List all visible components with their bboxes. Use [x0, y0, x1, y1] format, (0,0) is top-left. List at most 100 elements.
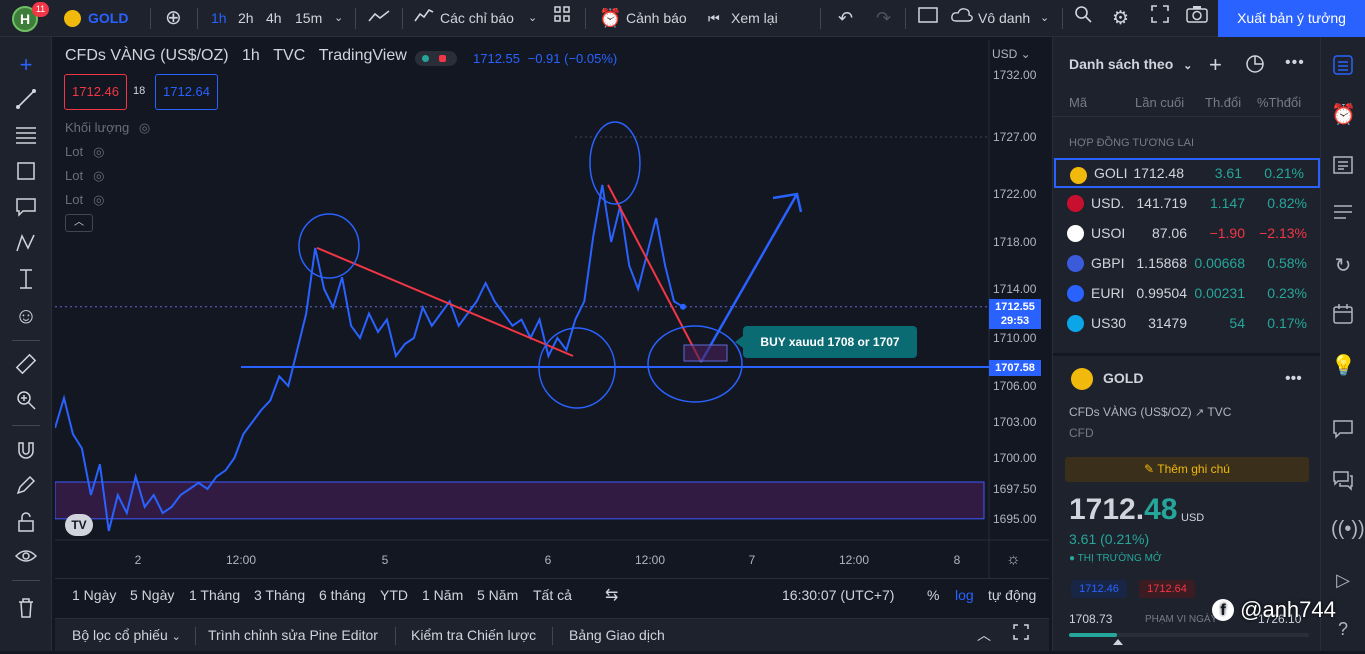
chat-icon[interactable]	[1331, 418, 1355, 442]
symbol-search-button[interactable]: GOLD	[88, 0, 128, 37]
chevron-up-icon[interactable]: ︿	[977, 619, 991, 652]
compare-add-icon[interactable]: ⊕	[165, 0, 182, 37]
range-ytd[interactable]: YTD	[380, 579, 408, 612]
interval-2h[interactable]: 2h	[238, 0, 254, 37]
add-note-button[interactable]: ✎ Thêm ghi chú	[1065, 457, 1309, 482]
trash-icon[interactable]	[14, 597, 38, 621]
fullscreen-layout-icon[interactable]	[918, 0, 938, 37]
eye-slash-icon[interactable]: ◎	[93, 168, 104, 183]
col-change[interactable]: Th.đổi	[1205, 95, 1241, 110]
range-6m[interactable]: 6 tháng	[319, 579, 366, 612]
watchlist-row[interactable]: GOLI 1712.48 3.61 0.21%	[1054, 158, 1320, 188]
eye-slash-icon[interactable]: ◎	[139, 120, 150, 135]
magnet-icon[interactable]	[14, 439, 38, 463]
cloud-icon[interactable]	[950, 0, 974, 37]
tab-strategy-tester[interactable]: Kiểm tra Chiến lược	[411, 619, 536, 652]
play-icon[interactable]: ▷	[1331, 568, 1355, 592]
lot-legend-3[interactable]: Lot ◎	[65, 192, 104, 208]
watchlist-row[interactable]: EURI 0.99504 0.00231 0.23%	[1053, 278, 1321, 308]
sell-button[interactable]: 1712.46	[64, 74, 127, 110]
price-chart[interactable]: 1732.00 1727.00 1722.00 1718.00 1714.00 1710.…	[55, 40, 1049, 578]
watchlist-row[interactable]: US30 31479 54 0.17%	[1053, 308, 1321, 338]
range-3m[interactable]: 3 Tháng	[254, 579, 305, 612]
crosshair-icon[interactable]: +	[14, 53, 38, 77]
interval-1h[interactable]: 1h	[211, 0, 227, 37]
more-icon[interactable]: •••	[1285, 54, 1305, 72]
log-scale-toggle[interactable]: log	[955, 579, 974, 612]
annotation-callout[interactable]: BUY xauud 1708 or 1707	[743, 326, 917, 358]
tab-pine-editor[interactable]: Trình chỉnh sửa Pine Editor	[208, 619, 378, 652]
auto-scale-toggle[interactable]: tự động	[988, 579, 1036, 612]
trend-line-icon[interactable]	[14, 88, 38, 112]
chats-icon[interactable]	[1331, 469, 1355, 493]
buy-button[interactable]: 1712.64	[155, 74, 218, 110]
eye-slash-icon[interactable]: ◎	[93, 192, 104, 207]
interval-4h[interactable]: 4h	[266, 0, 282, 37]
zoom-in-icon[interactable]	[14, 389, 38, 413]
section-header[interactable]: HỢP ĐỒNG TƯƠNG LAI	[1069, 137, 1194, 149]
publish-idea-button[interactable]: Xuất bản ý tưởng	[1218, 0, 1365, 37]
eye-slash-icon[interactable]: ◎	[93, 144, 104, 159]
chart-pane[interactable]: 1732.00 1727.00 1722.00 1718.00 1714.00 1710.…	[55, 40, 1049, 578]
forecast-icon[interactable]	[14, 268, 38, 292]
chevron-down-icon[interactable]: ⌄	[334, 0, 343, 37]
alarm-clock-icon[interactable]: ⏰	[599, 0, 621, 37]
text-comment-icon[interactable]	[14, 196, 38, 220]
pattern-icon[interactable]	[14, 232, 38, 256]
range-5d[interactable]: 5 Ngày	[130, 579, 174, 612]
redo-icon[interactable]: ↷	[876, 0, 891, 37]
lock-icon[interactable]	[14, 511, 38, 535]
col-symbol[interactable]: Mã	[1069, 95, 1087, 110]
lot-legend-2[interactable]: Lot ◎	[65, 168, 104, 184]
details-symbol[interactable]: GOLD	[1103, 370, 1143, 386]
broadcast-icon[interactable]: ((•))	[1331, 517, 1365, 541]
clock-refresh-icon[interactable]: ↻	[1331, 254, 1355, 278]
watchlist-row[interactable]: USD. 141.719 1.147 0.82%	[1053, 188, 1321, 218]
layout-name-button[interactable]: Vô danh	[978, 0, 1030, 37]
lightbulb-icon[interactable]: 💡	[1331, 354, 1356, 378]
eye-icon[interactable]	[14, 545, 38, 569]
tab-trading-panel[interactable]: Bảng Giao dịch	[569, 619, 665, 652]
hotlist-icon[interactable]	[1331, 201, 1355, 225]
replay-icon[interactable]: ⏮	[708, 0, 720, 37]
more-icon[interactable]: •••	[1285, 370, 1302, 388]
lot-legend-1[interactable]: Lot ◎	[65, 144, 104, 160]
goto-date-icon[interactable]: ⇆	[605, 579, 618, 612]
templates-grid-icon[interactable]	[553, 0, 571, 37]
watchlist-title[interactable]: Danh sách theo ⌄	[1069, 56, 1192, 72]
smiley-icon[interactable]: ☺	[14, 304, 38, 328]
alerts-button[interactable]: Cảnh báo	[626, 0, 687, 37]
chart-type-icon[interactable]	[368, 0, 390, 37]
range-1m[interactable]: 1 Tháng	[189, 579, 240, 612]
col-percent[interactable]: %Thđổi	[1257, 95, 1301, 110]
range-1d[interactable]: 1 Ngày	[72, 579, 116, 612]
replay-button[interactable]: Xem lại	[731, 0, 778, 37]
fullscreen-icon[interactable]	[1151, 0, 1169, 37]
range-1y[interactable]: 1 Năm	[422, 579, 463, 612]
pie-chart-icon[interactable]	[1245, 54, 1265, 77]
camera-icon[interactable]	[1186, 0, 1208, 37]
chevron-down-icon[interactable]: ⌄	[1040, 0, 1049, 37]
indicators-button[interactable]: Các chỉ báo	[440, 0, 514, 37]
watchlist-icon[interactable]	[1331, 54, 1355, 78]
details-name[interactable]: CFDs VÀNG (US$/OZ) ↗ TVC	[1069, 405, 1231, 419]
external-link-icon[interactable]: ↗	[1195, 407, 1204, 419]
range-all[interactable]: Tất cả	[533, 579, 572, 612]
collapse-legend-button[interactable]: ︿	[65, 214, 93, 232]
watchlist-row[interactable]: GBPI 1.15868 0.00668 0.58%	[1053, 248, 1321, 278]
ruler-icon[interactable]	[14, 353, 38, 377]
news-icon[interactable]	[1331, 154, 1355, 178]
timezone-button[interactable]: 16:30:07 (UTC+7)	[782, 579, 894, 612]
add-symbol-icon[interactable]: +	[1209, 52, 1222, 78]
rectangle-icon[interactable]	[14, 160, 38, 184]
chart-settings-icon[interactable]: ☼	[1006, 551, 1021, 569]
search-icon[interactable]	[1074, 0, 1092, 37]
gear-icon[interactable]: ⚙	[1112, 0, 1129, 37]
interval-15m[interactable]: 15m	[295, 0, 322, 37]
calendar-icon[interactable]	[1331, 303, 1355, 327]
market-status-pill[interactable]	[415, 51, 457, 66]
undo-icon[interactable]: ↶	[838, 0, 853, 37]
volume-legend[interactable]: Khối lượng ◎	[65, 120, 150, 136]
currency-label[interactable]: USD ⌄	[992, 47, 1031, 61]
indicators-icon[interactable]	[414, 0, 434, 37]
